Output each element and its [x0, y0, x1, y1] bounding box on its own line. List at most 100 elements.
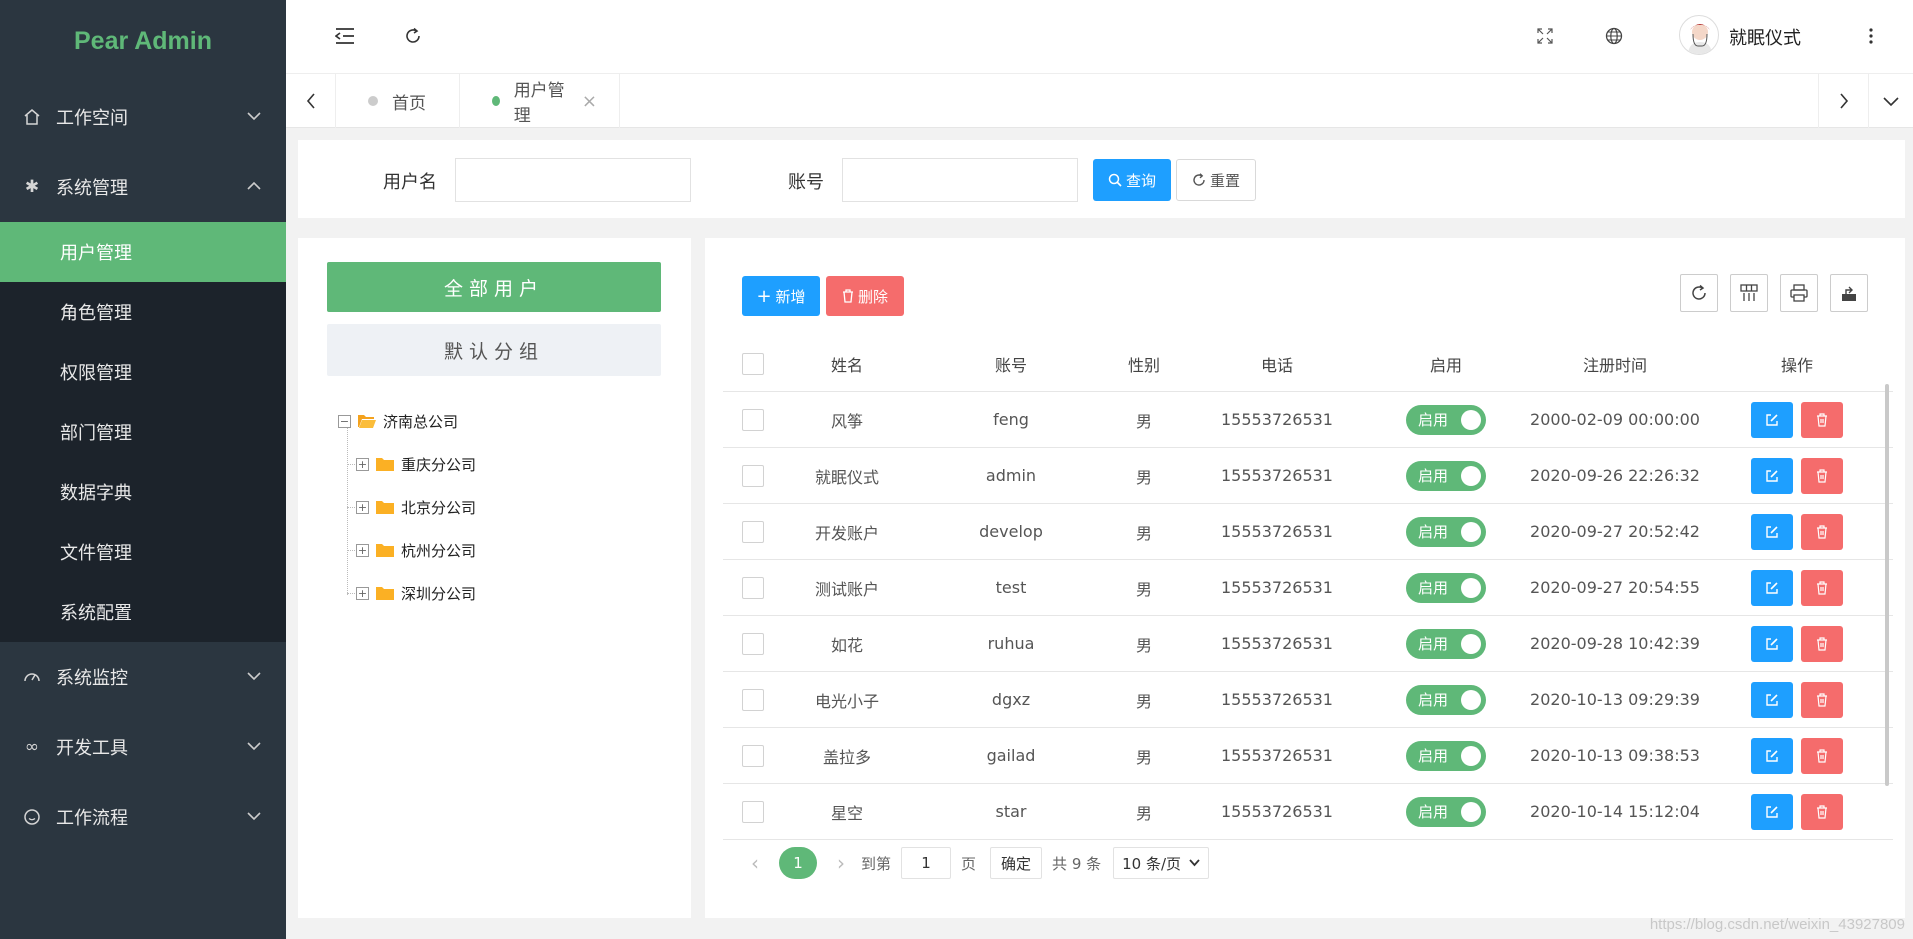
table-row[interactable]: 就眠仪式 admin 男 15553726531 启用 2020-09-26 22:26:… — [723, 448, 1893, 504]
table-row[interactable]: 风筝 feng 男 15553726531 启用 2000-02-09 00:00:00 — [723, 392, 1893, 448]
enabled-toggle[interactable]: 启用 — [1406, 796, 1486, 827]
delete-row-button[interactable] — [1801, 569, 1843, 606]
expand-icon[interactable]: + — [356, 500, 369, 514]
close-icon[interactable]: × — [582, 91, 597, 112]
account-input[interactable] — [842, 158, 1078, 202]
delete-row-button[interactable] — [1801, 401, 1843, 438]
expand-icon[interactable]: + — [356, 586, 369, 600]
row-checkbox[interactable] — [742, 688, 764, 711]
globe-icon[interactable] — [1601, 23, 1627, 49]
print-button[interactable] — [1780, 274, 1818, 312]
edit-button[interactable] — [1751, 569, 1793, 606]
delete-row-button[interactable] — [1801, 625, 1843, 662]
row-checkbox[interactable] — [742, 632, 764, 655]
tree-node-shenzhen[interactable]: + 深圳分公司 — [356, 582, 476, 604]
table-row[interactable]: 电光小子 dgxz 男 15553726531 启用 2020-10-13 09:29:3… — [723, 672, 1893, 728]
avatar[interactable] — [1679, 15, 1719, 55]
edit-button[interactable] — [1751, 793, 1793, 830]
edit-button[interactable] — [1751, 681, 1793, 718]
tree-node-chongqing[interactable]: + 重庆分公司 — [356, 453, 476, 475]
enabled-toggle[interactable]: 启用 — [1406, 740, 1486, 771]
username-input[interactable] — [455, 158, 691, 202]
column-filter-button[interactable] — [1730, 274, 1768, 312]
enabled-toggle[interactable]: 启用 — [1406, 460, 1486, 491]
expand-icon[interactable]: + — [356, 543, 369, 557]
more-vertical-icon[interactable] — [1858, 23, 1884, 49]
tab-options-button[interactable] — [1868, 74, 1913, 128]
header-enabled[interactable]: 启用 — [1377, 352, 1515, 376]
row-checkbox[interactable] — [742, 800, 764, 823]
edit-button[interactable] — [1751, 457, 1793, 494]
table-scrollbar[interactable] — [1885, 384, 1889, 786]
enabled-toggle[interactable]: 启用 — [1406, 516, 1486, 547]
table-row[interactable]: 测试账户 test 男 15553726531 启用 2020-09-27 20:54:5… — [723, 560, 1893, 616]
tab-scroll-right-button[interactable] — [1818, 74, 1868, 128]
user-name[interactable]: 就眠仪式 — [1729, 24, 1801, 50]
enabled-toggle[interactable]: 启用 — [1406, 684, 1486, 715]
menu-workspace[interactable]: 工作空间 — [0, 82, 286, 152]
tree-node-root[interactable]: − 济南总公司 — [338, 410, 458, 432]
goto-page-input[interactable]: 1 — [901, 847, 952, 879]
table-row[interactable]: 盖拉多 gailad 男 15553726531 启用 2020-10-13 09:38:… — [723, 728, 1893, 784]
delete-row-button[interactable] — [1801, 513, 1843, 550]
table-refresh-button[interactable] — [1680, 274, 1718, 312]
enabled-toggle[interactable]: 启用 — [1406, 404, 1486, 435]
prev-page-icon[interactable]: ‹ — [741, 851, 769, 875]
delete-row-button[interactable] — [1801, 793, 1843, 830]
header-name[interactable]: 姓名 — [783, 352, 911, 376]
menu-devtools[interactable]: ∞ 开发工具 — [0, 712, 286, 782]
tab-home[interactable]: 首页 — [336, 74, 460, 128]
row-checkbox[interactable] — [742, 464, 764, 487]
header-gender[interactable]: 性别 — [1111, 352, 1177, 376]
header-registered[interactable]: 注册时间 — [1515, 352, 1715, 376]
select-all-checkbox[interactable] — [742, 352, 764, 375]
goto-confirm-button[interactable]: 确定 — [990, 847, 1043, 879]
page-current[interactable]: 1 — [779, 847, 817, 879]
enabled-toggle[interactable]: 启用 — [1406, 572, 1486, 603]
next-page-icon[interactable]: › — [827, 851, 855, 875]
header-phone[interactable]: 电话 — [1177, 352, 1377, 376]
tree-node-beijing[interactable]: + 北京分公司 — [356, 496, 476, 518]
edit-button[interactable] — [1751, 737, 1793, 774]
menu-monitor[interactable]: 系统监控 — [0, 642, 286, 712]
export-button[interactable] — [1830, 274, 1868, 312]
default-group-button[interactable]: 默认分组 — [327, 324, 661, 376]
row-checkbox[interactable] — [742, 408, 764, 431]
table-row[interactable]: 如花 ruhua 男 15553726531 启用 2020-09-28 10:42:39 — [723, 616, 1893, 672]
edit-button[interactable] — [1751, 625, 1793, 662]
add-button[interactable]: + 新增 — [742, 276, 820, 316]
expand-icon[interactable]: + — [356, 457, 369, 471]
row-checkbox[interactable] — [742, 744, 764, 767]
enabled-toggle[interactable]: 启用 — [1406, 628, 1486, 659]
tree-node-hangzhou[interactable]: + 杭州分公司 — [356, 539, 476, 561]
sidebar-item-user-management[interactable]: 用户管理 — [0, 222, 286, 282]
collapse-menu-icon[interactable] — [332, 23, 358, 49]
delete-row-button[interactable] — [1801, 457, 1843, 494]
row-checkbox[interactable] — [742, 520, 764, 543]
table-row[interactable]: 星空 star 男 15553726531 启用 2020-10-14 15:12:04 — [723, 784, 1893, 840]
page-size-select[interactable]: 10 条/页 — [1113, 847, 1210, 879]
sidebar-item-data-dictionary[interactable]: 数据字典 — [0, 462, 286, 522]
menu-workflow[interactable]: 工作流程 — [0, 782, 286, 852]
edit-button[interactable] — [1751, 513, 1793, 550]
table-row[interactable]: 开发账户 develop 男 15553726531 启用 2020-09-27 20:5… — [723, 504, 1893, 560]
header-account[interactable]: 账号 — [911, 352, 1111, 376]
delete-row-button[interactable] — [1801, 737, 1843, 774]
fullscreen-icon[interactable] — [1532, 23, 1558, 49]
delete-row-button[interactable] — [1801, 681, 1843, 718]
sidebar-item-department-management[interactable]: 部门管理 — [0, 402, 286, 462]
tab-scroll-left-button[interactable] — [286, 74, 336, 128]
sidebar-item-file-management[interactable]: 文件管理 — [0, 522, 286, 582]
all-users-button[interactable]: 全部用户 — [327, 262, 661, 312]
collapse-icon[interactable]: − — [338, 414, 351, 428]
sidebar-item-role-management[interactable]: 角色管理 — [0, 282, 286, 342]
edit-button[interactable] — [1751, 401, 1793, 438]
row-checkbox[interactable] — [742, 576, 764, 599]
tab-user-management[interactable]: 用户管理 × — [460, 74, 620, 128]
sidebar-item-permission-management[interactable]: 权限管理 — [0, 342, 286, 402]
sidebar-item-system-config[interactable]: 系统配置 — [0, 582, 286, 642]
reset-button[interactable]: 重置 — [1176, 159, 1256, 201]
delete-button[interactable]: 删除 — [826, 276, 904, 316]
refresh-icon[interactable] — [400, 23, 426, 49]
query-button[interactable]: 查询 — [1093, 159, 1171, 201]
